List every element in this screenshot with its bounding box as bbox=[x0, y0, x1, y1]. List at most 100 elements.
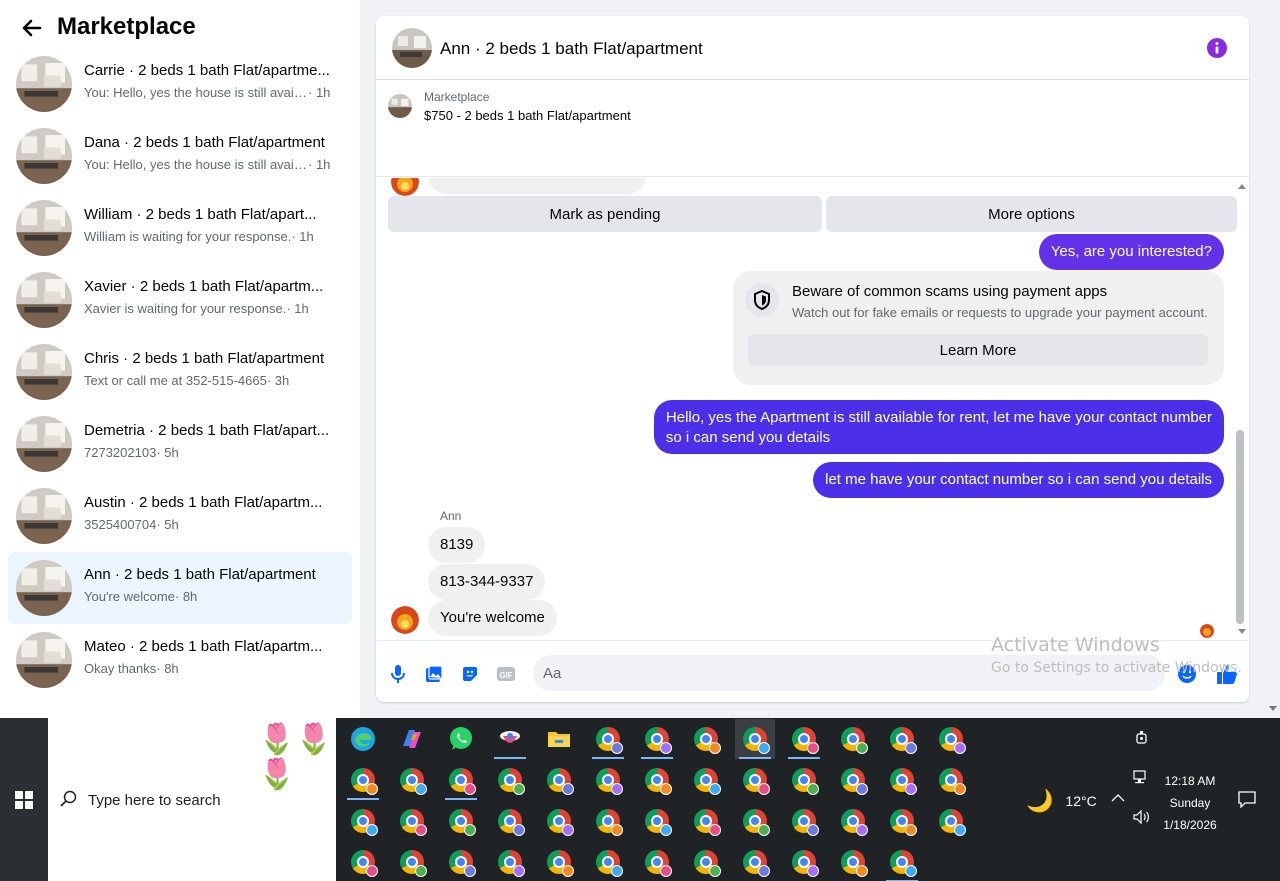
chrome-icon[interactable] bbox=[588, 801, 628, 841]
chrome-icon[interactable] bbox=[343, 801, 383, 841]
chrome-icon[interactable] bbox=[882, 719, 922, 759]
chrome-icon[interactable] bbox=[637, 719, 677, 759]
gif-icon[interactable]: GIF bbox=[496, 664, 516, 684]
conversation-name: Chris · 2 beds 1 bath Flat/apartment bbox=[84, 350, 325, 367]
chrome-icon[interactable] bbox=[539, 760, 579, 800]
copilot-icon[interactable] bbox=[392, 719, 432, 759]
chrome-icon[interactable] bbox=[490, 760, 530, 800]
chrome-icon[interactable] bbox=[735, 842, 775, 881]
network-icon[interactable] bbox=[1133, 770, 1149, 784]
conversation-item[interactable]: William · 2 beds 1 bath Flat/apart... Wil… bbox=[8, 192, 352, 264]
chrome-icon[interactable] bbox=[392, 801, 432, 841]
chrome-icon[interactable] bbox=[392, 760, 432, 800]
file-explorer-icon[interactable] bbox=[539, 719, 579, 759]
chrome-icon[interactable] bbox=[441, 842, 481, 881]
listing-avatar[interactable] bbox=[392, 28, 432, 68]
conversation-item[interactable]: Demetria · 2 beds 1 bath Flat/apart... 72… bbox=[8, 408, 352, 480]
taskbar-app-icons bbox=[338, 718, 978, 881]
chrome-icon[interactable] bbox=[392, 842, 432, 881]
chrome-icon[interactable] bbox=[343, 760, 383, 800]
listing-thumbnail[interactable] bbox=[388, 94, 412, 118]
page-scroll-down-icon[interactable] bbox=[1266, 700, 1280, 718]
show-hidden-icons-icon[interactable] bbox=[1111, 793, 1125, 803]
sticker-icon[interactable] bbox=[460, 664, 480, 684]
meet-now-icon[interactable] bbox=[1135, 730, 1149, 746]
watermark-subtitle: Go to Settings to activate Windows. bbox=[991, 660, 1242, 676]
clock[interactable]: 12:18 AM Sunday 1/18/2026 bbox=[1160, 770, 1220, 836]
outgoing-message[interactable]: Yes, are you interested? bbox=[1038, 234, 1224, 270]
chrome-icon[interactable] bbox=[735, 801, 775, 841]
app-icon[interactable] bbox=[490, 719, 530, 759]
chrome-icon[interactable] bbox=[784, 842, 824, 881]
chrome-icon[interactable] bbox=[686, 719, 726, 759]
chrome-icon[interactable] bbox=[833, 760, 873, 800]
weather-widget[interactable]: 🌙 12°C bbox=[1026, 788, 1097, 814]
incoming-message[interactable]: You're welcome bbox=[428, 600, 557, 636]
chrome-icon[interactable] bbox=[686, 842, 726, 881]
chrome-icon[interactable] bbox=[833, 719, 873, 759]
outgoing-message[interactable]: Hello, yes the Apartment is still availa… bbox=[653, 400, 1224, 454]
chrome-icon[interactable] bbox=[588, 842, 628, 881]
whatsapp-icon[interactable] bbox=[441, 719, 481, 759]
conversation-item[interactable]: Carrie · 2 beds 1 bath Flat/apartme... Yo… bbox=[8, 48, 352, 120]
chrome-icon[interactable] bbox=[784, 801, 824, 841]
incoming-message[interactable]: 8139 bbox=[428, 527, 486, 563]
notifications-icon[interactable] bbox=[1238, 790, 1256, 808]
chrome-icon[interactable] bbox=[588, 719, 628, 759]
chrome-icon[interactable] bbox=[686, 801, 726, 841]
chrome-icon[interactable] bbox=[539, 801, 579, 841]
chrome-icon[interactable] bbox=[588, 760, 628, 800]
conversation-item[interactable]: Xavier · 2 beds 1 bath Flat/apartm... Xav… bbox=[8, 264, 352, 336]
conversation-item[interactable]: Mateo · 2 beds 1 bath Flat/apartm... Okay… bbox=[8, 624, 352, 696]
running-indicator bbox=[641, 757, 673, 759]
conversation-item[interactable]: Chris · 2 beds 1 bath Flat/apartment Text… bbox=[8, 336, 352, 408]
outgoing-message[interactable]: let me have your contact number so i can… bbox=[813, 462, 1224, 498]
conversation-item[interactable]: Ann · 2 beds 1 bath Flat/apartment You're… bbox=[8, 552, 352, 624]
scrollbar-thumb[interactable] bbox=[1236, 430, 1244, 624]
chrome-icon[interactable] bbox=[882, 801, 922, 841]
chrome-icon[interactable] bbox=[637, 842, 677, 881]
chrome-icon[interactable] bbox=[784, 719, 824, 759]
incoming-message[interactable]: 813-344-9337 bbox=[428, 564, 546, 600]
chrome-icon[interactable] bbox=[882, 760, 922, 800]
conversation-item[interactable]: Dana · 2 beds 1 bath Flat/apartment You: … bbox=[8, 120, 352, 192]
snippet-time: · 1h bbox=[291, 229, 314, 244]
back-arrow-icon[interactable] bbox=[20, 14, 44, 42]
volume-icon[interactable] bbox=[1133, 810, 1151, 824]
chrome-icon[interactable] bbox=[833, 842, 873, 881]
chrome-icon[interactable] bbox=[882, 842, 922, 881]
chrome-icon[interactable] bbox=[735, 719, 775, 759]
snippet-time: · 1h bbox=[308, 157, 331, 172]
chrome-icon[interactable] bbox=[833, 801, 873, 841]
listing-price[interactable]: $750 - 2 beds 1 bath Flat/apartment bbox=[424, 108, 631, 123]
chrome-icon[interactable] bbox=[539, 842, 579, 881]
chrome-icon[interactable] bbox=[931, 801, 971, 841]
photo-icon[interactable] bbox=[424, 664, 444, 684]
tulips-icon: 🌷🌷🌷 bbox=[258, 723, 333, 791]
message-line: Hello, yes the Apartment is still availa… bbox=[665, 409, 1212, 426]
conversation-item[interactable]: Austin · 2 beds 1 bath Flat/apartm... 352… bbox=[8, 480, 352, 552]
edge-icon[interactable] bbox=[343, 719, 383, 759]
chrome-icon[interactable] bbox=[784, 760, 824, 800]
conversation-snippet: Okay thanks · 8h bbox=[84, 661, 344, 676]
learn-more-button[interactable]: Learn More bbox=[748, 334, 1208, 366]
chrome-icon[interactable] bbox=[490, 801, 530, 841]
chrome-icon[interactable] bbox=[637, 801, 677, 841]
chrome-icon[interactable] bbox=[931, 760, 971, 800]
start-button[interactable] bbox=[0, 718, 48, 881]
chrome-icon[interactable] bbox=[441, 801, 481, 841]
info-icon[interactable] bbox=[1207, 38, 1227, 58]
chrome-icon[interactable] bbox=[931, 719, 971, 759]
shield-icon bbox=[745, 283, 779, 317]
chrome-icon[interactable] bbox=[735, 760, 775, 800]
chrome-icon[interactable] bbox=[343, 842, 383, 881]
chrome-icon[interactable] bbox=[637, 760, 677, 800]
chat-title[interactable]: Ann · 2 beds 1 bath Flat/apartment bbox=[440, 39, 703, 59]
scroll-up-icon[interactable] bbox=[1237, 182, 1247, 190]
taskbar-search[interactable]: 🌷🌷🌷 Type here to search bbox=[48, 718, 336, 881]
chrome-icon[interactable] bbox=[441, 760, 481, 800]
listing-thumbnail bbox=[16, 128, 72, 184]
chrome-icon[interactable] bbox=[686, 760, 726, 800]
microphone-icon[interactable] bbox=[388, 664, 408, 684]
chrome-icon[interactable] bbox=[490, 842, 530, 881]
